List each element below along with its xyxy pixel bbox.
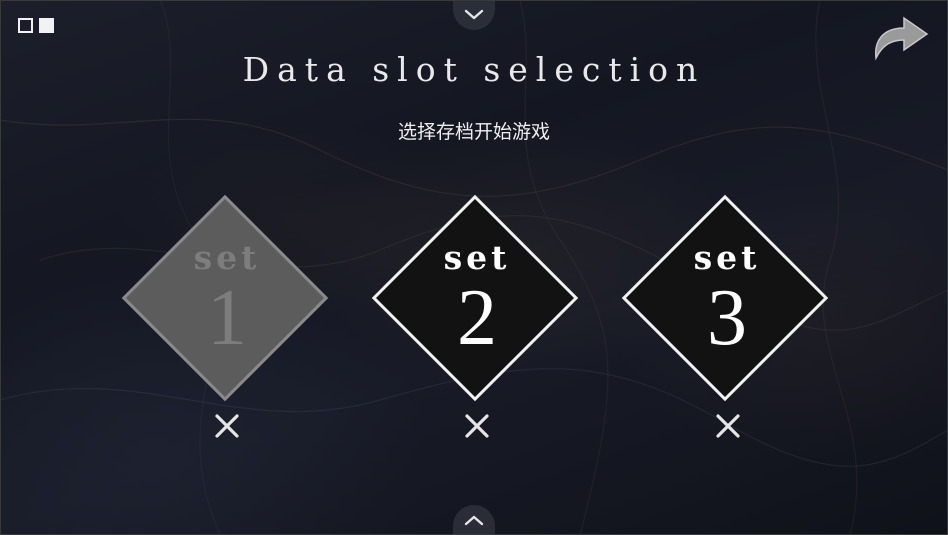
page-title: Data slot selection xyxy=(242,50,706,89)
slot-number: 1 xyxy=(207,274,247,362)
delete-slot-1-close-icon[interactable] xyxy=(212,411,242,441)
slot-number: 3 xyxy=(707,274,747,362)
page-subtitle: 选择存档开始游戏 xyxy=(397,121,550,143)
chevron-up-icon xyxy=(464,515,484,526)
slot-set-label: set xyxy=(443,238,511,277)
filled-square-icon[interactable] xyxy=(39,18,54,33)
save-slot-3[interactable]: set 3 xyxy=(621,194,833,406)
slot-number: 2 xyxy=(457,274,497,362)
slot-set-label: set xyxy=(693,238,761,277)
chevron-down-icon xyxy=(464,9,484,20)
slot-selection-screen: Data slot selection 选择存档开始游戏 set 1 set 2… xyxy=(0,0,948,535)
slot-set-label: set xyxy=(193,238,261,277)
view-toggle[interactable] xyxy=(18,18,54,33)
save-slot-2[interactable]: set 2 xyxy=(371,194,583,406)
delete-slot-3-close-icon[interactable] xyxy=(713,411,743,441)
save-slot-1[interactable]: set 1 xyxy=(121,194,333,406)
delete-slot-2-close-icon[interactable] xyxy=(462,411,492,441)
outline-square-icon[interactable] xyxy=(18,18,33,33)
